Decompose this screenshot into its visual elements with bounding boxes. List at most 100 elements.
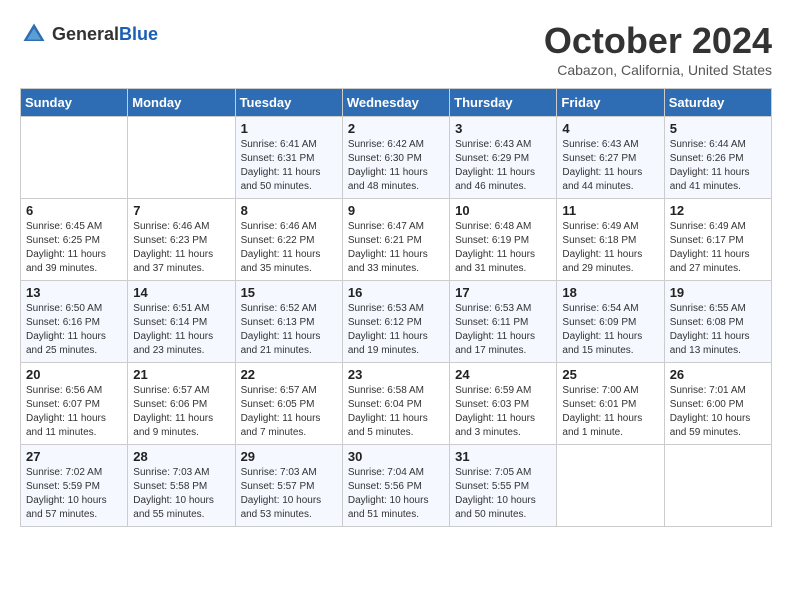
cell-info: Sunrise: 7:03 AM Sunset: 5:58 PM Dayligh… [133,466,229,522]
calendar-cell: 1Sunrise: 6:41 AM Sunset: 6:31 PM Daylig… [235,117,342,199]
day-number: 23 [348,367,444,382]
calendar-body: 1Sunrise: 6:41 AM Sunset: 6:31 PM Daylig… [21,117,772,527]
month-title: October 2024 [544,20,772,62]
cell-info: Sunrise: 6:42 AM Sunset: 6:30 PM Dayligh… [348,138,444,194]
day-number: 17 [455,285,551,300]
day-number: 25 [562,367,658,382]
calendar-cell: 25 Sunrise: 7:00 AM Sunset: 6:01 PM Dayli… [557,363,664,445]
day-number: 15 [241,285,337,300]
cell-info: Sunrise: 7:02 AM Sunset: 5:59 PM Dayligh… [26,466,122,522]
cell-info: Sunrise: 6:49 AM Sunset: 6:17 PM Dayligh… [670,220,766,276]
calendar-week-row: 1Sunrise: 6:41 AM Sunset: 6:31 PM Daylig… [21,117,772,199]
day-number: 30 [348,449,444,464]
location: Cabazon, California, United States [544,62,772,78]
calendar-week-row: 27 Sunrise: 7:02 AM Sunset: 5:59 PM Dayli… [21,445,772,527]
calendar-cell: 13Sunrise: 6:50 AM Sunset: 6:16 PM Dayli… [21,281,128,363]
cell-info: Sunrise: 6:51 AM Sunset: 6:14 PM Dayligh… [133,302,229,358]
calendar-cell: 20 Sunrise: 6:56 AM Sunset: 6:07 PM Dayli… [21,363,128,445]
calendar-cell: 10 Sunrise: 6:48 AM Sunset: 6:19 PM Dayli… [450,199,557,281]
day-number: 8 [241,203,337,218]
day-of-week-header: Wednesday [342,89,449,117]
calendar-week-row: 13Sunrise: 6:50 AM Sunset: 6:16 PM Dayli… [21,281,772,363]
cell-info: Sunrise: 7:03 AM Sunset: 5:57 PM Dayligh… [241,466,337,522]
calendar-week-row: 6Sunrise: 6:45 AM Sunset: 6:25 PM Daylig… [21,199,772,281]
calendar-cell: 7 Sunrise: 6:46 AM Sunset: 6:23 PM Daylig… [128,199,235,281]
calendar-cell: 30 Sunrise: 7:04 AM Sunset: 5:56 PM Dayli… [342,445,449,527]
cell-info: Sunrise: 7:01 AM Sunset: 6:00 PM Dayligh… [670,384,766,440]
day-number: 9 [348,203,444,218]
calendar-cell: 26 Sunrise: 7:01 AM Sunset: 6:00 PM Dayli… [664,363,771,445]
day-number: 10 [455,203,551,218]
day-number: 24 [455,367,551,382]
calendar-cell: 8Sunrise: 6:46 AM Sunset: 6:22 PM Daylig… [235,199,342,281]
cell-info: Sunrise: 7:00 AM Sunset: 6:01 PM Dayligh… [562,384,658,440]
calendar-cell: 28Sunrise: 7:03 AM Sunset: 5:58 PM Dayli… [128,445,235,527]
calendar-cell [557,445,664,527]
calendar-cell: 18Sunrise: 6:54 AM Sunset: 6:09 PM Dayli… [557,281,664,363]
day-number: 2 [348,121,444,136]
logo-blue: Blue [119,24,158,44]
calendar-cell: 21 Sunrise: 6:57 AM Sunset: 6:06 PM Dayli… [128,363,235,445]
day-number: 22 [241,367,337,382]
day-number: 16 [348,285,444,300]
calendar-week-row: 20 Sunrise: 6:56 AM Sunset: 6:07 PM Dayli… [21,363,772,445]
calendar-cell: 5 Sunrise: 6:44 AM Sunset: 6:26 PM Daylig… [664,117,771,199]
day-of-week-header: Monday [128,89,235,117]
cell-info: Sunrise: 6:53 AM Sunset: 6:12 PM Dayligh… [348,302,444,358]
calendar-cell: 31 Sunrise: 7:05 AM Sunset: 5:55 PM Dayli… [450,445,557,527]
day-of-week-header: Friday [557,89,664,117]
cell-info: Sunrise: 6:57 AM Sunset: 6:06 PM Dayligh… [133,384,229,440]
cell-info: Sunrise: 6:55 AM Sunset: 6:08 PM Dayligh… [670,302,766,358]
cell-info: Sunrise: 6:46 AM Sunset: 6:23 PM Dayligh… [133,220,229,276]
cell-info: Sunrise: 6:56 AM Sunset: 6:07 PM Dayligh… [26,384,122,440]
day-number: 31 [455,449,551,464]
cell-info: Sunrise: 7:05 AM Sunset: 5:55 PM Dayligh… [455,466,551,522]
calendar-cell: 4Sunrise: 6:43 AM Sunset: 6:27 PM Daylig… [557,117,664,199]
cell-info: Sunrise: 6:47 AM Sunset: 6:21 PM Dayligh… [348,220,444,276]
calendar-cell [128,117,235,199]
logo-icon [20,20,48,48]
day-number: 7 [133,203,229,218]
calendar-cell: 23 Sunrise: 6:58 AM Sunset: 6:04 PM Dayli… [342,363,449,445]
cell-info: Sunrise: 6:44 AM Sunset: 6:26 PM Dayligh… [670,138,766,194]
page-header: GeneralBlue October 2024 Cabazon, Califo… [20,20,772,78]
cell-info: Sunrise: 6:53 AM Sunset: 6:11 PM Dayligh… [455,302,551,358]
day-number: 21 [133,367,229,382]
calendar-table: SundayMondayTuesdayWednesdayThursdayFrid… [20,88,772,527]
calendar-cell: 29 Sunrise: 7:03 AM Sunset: 5:57 PM Dayli… [235,445,342,527]
calendar-cell [664,445,771,527]
cell-info: Sunrise: 6:58 AM Sunset: 6:04 PM Dayligh… [348,384,444,440]
cell-info: Sunrise: 6:59 AM Sunset: 6:03 PM Dayligh… [455,384,551,440]
cell-info: Sunrise: 7:04 AM Sunset: 5:56 PM Dayligh… [348,466,444,522]
day-number: 20 [26,367,122,382]
day-number: 13 [26,285,122,300]
day-of-week-header: Thursday [450,89,557,117]
day-of-week-header: Tuesday [235,89,342,117]
day-number: 26 [670,367,766,382]
calendar-cell: 11Sunrise: 6:49 AM Sunset: 6:18 PM Dayli… [557,199,664,281]
cell-info: Sunrise: 6:49 AM Sunset: 6:18 PM Dayligh… [562,220,658,276]
title-block: October 2024 Cabazon, California, United… [544,20,772,78]
day-number: 5 [670,121,766,136]
calendar-cell: 19Sunrise: 6:55 AM Sunset: 6:08 PM Dayli… [664,281,771,363]
day-of-week-header: Sunday [21,89,128,117]
day-number: 6 [26,203,122,218]
cell-info: Sunrise: 6:48 AM Sunset: 6:19 PM Dayligh… [455,220,551,276]
day-number: 3 [455,121,551,136]
calendar-cell: 17 Sunrise: 6:53 AM Sunset: 6:11 PM Dayli… [450,281,557,363]
day-number: 27 [26,449,122,464]
calendar-cell: 27 Sunrise: 7:02 AM Sunset: 5:59 PM Dayli… [21,445,128,527]
day-number: 14 [133,285,229,300]
calendar-cell: 6Sunrise: 6:45 AM Sunset: 6:25 PM Daylig… [21,199,128,281]
logo-general: General [52,24,119,44]
calendar-header-row: SundayMondayTuesdayWednesdayThursdayFrid… [21,89,772,117]
day-of-week-header: Saturday [664,89,771,117]
calendar-cell: 14 Sunrise: 6:51 AM Sunset: 6:14 PM Dayli… [128,281,235,363]
day-number: 29 [241,449,337,464]
cell-info: Sunrise: 6:57 AM Sunset: 6:05 PM Dayligh… [241,384,337,440]
logo: GeneralBlue [20,20,158,48]
cell-info: Sunrise: 6:52 AM Sunset: 6:13 PM Dayligh… [241,302,337,358]
calendar-cell [21,117,128,199]
day-number: 1 [241,121,337,136]
calendar-cell: 2 Sunrise: 6:42 AM Sunset: 6:30 PM Daylig… [342,117,449,199]
